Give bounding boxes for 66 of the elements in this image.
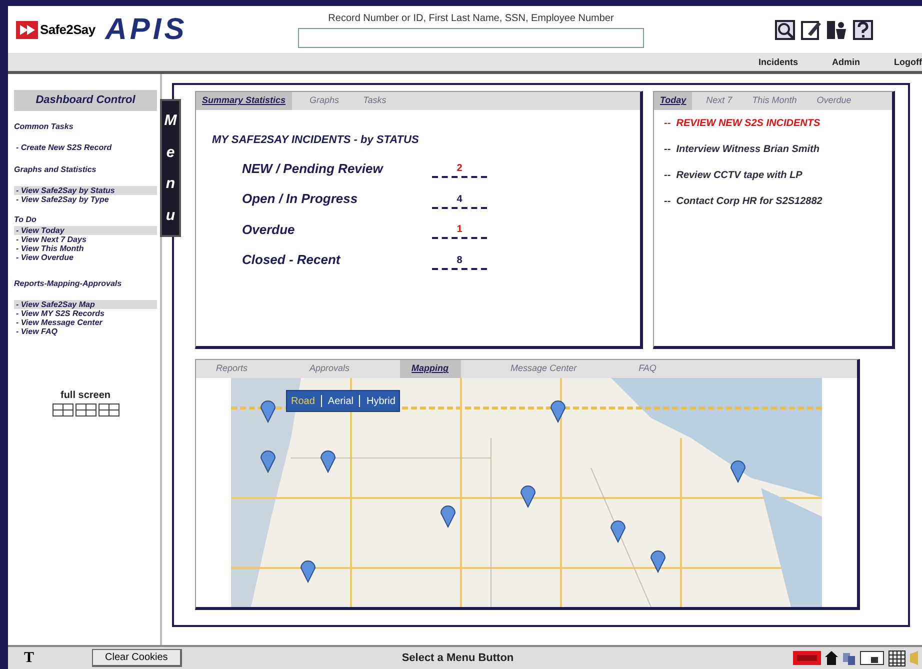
window-icon[interactable]	[860, 651, 884, 665]
sidebar-link[interactable]: - View Today	[14, 226, 157, 234]
task-link[interactable]: -- Interview Witness Brian Smith	[664, 142, 892, 157]
nav-link[interactable]: Admin	[832, 56, 860, 69]
nav-link[interactable]: Logoff	[894, 56, 922, 69]
tab[interactable]: Approvals	[298, 360, 362, 378]
calendar-icon[interactable]	[888, 649, 906, 667]
group-heading: Reports-Mapping-Approvals	[14, 278, 123, 290]
home-icon[interactable]	[825, 651, 838, 665]
sidebar-link[interactable]: - Create New S2S Record	[14, 142, 157, 152]
help-icon[interactable]	[852, 18, 874, 40]
tab[interactable]: This Month	[746, 92, 803, 110]
status-count: 2	[432, 161, 487, 178]
tab[interactable]: Next 7	[700, 92, 738, 110]
clear-cookies-button[interactable]: Clear Cookies	[92, 649, 182, 667]
task-link[interactable]: -- Contact Corp HR for S2S12882	[664, 194, 892, 209]
map-type-button[interactable]: Hybrid	[366, 394, 396, 408]
full-screen-label: full screen	[60, 388, 111, 402]
status-count: 8	[432, 252, 487, 270]
status-count: 1	[432, 222, 487, 239]
group-heading: Common Tasks	[14, 120, 74, 132]
layout-grid-icon[interactable]	[52, 402, 120, 416]
sidebar-link[interactable]: - View Safe2Say Map	[14, 300, 157, 308]
font-key[interactable]: T	[8, 646, 48, 669]
person-icon[interactable]	[826, 18, 848, 40]
pencil-document-icon[interactable]	[800, 18, 822, 40]
logo-icon	[16, 20, 38, 38]
summary-title: MY SAFE2SAY INCIDENTS - by STATUS	[212, 133, 420, 148]
sidebar-link[interactable]: - View FAQ	[14, 326, 157, 336]
task-link[interactable]: -- REVIEW NEW S2S INCIDENTS	[664, 116, 892, 131]
status-label: Overdue	[242, 220, 296, 238]
pages-icon[interactable]	[842, 651, 856, 665]
sidebar-link[interactable]: - View Overdue	[14, 252, 157, 262]
sidebar-link[interactable]: - View Safe2Say by Type	[14, 194, 157, 204]
magnifier-document-icon[interactable]	[774, 18, 796, 40]
tab[interactable]: Tasks	[357, 92, 392, 110]
status-label: Open / In Progress	[242, 190, 359, 208]
group-heading: Graphs and Statistics	[14, 164, 98, 176]
search-field[interactable]	[298, 28, 644, 48]
tab[interactable]: Graphs	[304, 92, 346, 110]
sidebar-link[interactable]: - View Message Center	[14, 318, 157, 326]
logo-text: Safe2Say	[40, 20, 96, 39]
tab[interactable]: Overdue	[810, 92, 858, 110]
tab[interactable]: Reports	[204, 360, 260, 378]
status-count: 4	[432, 192, 487, 208]
status-label: NEW / Pending Review	[242, 160, 384, 178]
sidebar-link[interactable]: - View Safe2Say by Status	[14, 186, 157, 194]
map-type-button[interactable]: Aerial	[328, 394, 354, 408]
tab[interactable]: Today	[654, 92, 692, 110]
sidebar-link[interactable]: - View MY S2S Records	[14, 308, 157, 318]
sidebar-title: Dashboard Control	[14, 90, 157, 110]
tab[interactable]: Mapping	[400, 360, 461, 378]
status-label: Closed - Recent	[242, 251, 342, 269]
tab[interactable]: Summary Statistics	[196, 92, 292, 110]
map-type-button[interactable]: Road	[291, 394, 315, 408]
app-name: APIS	[105, 14, 188, 44]
nav-link[interactable]: Incidents	[758, 56, 798, 69]
tab[interactable]: Message Center	[498, 360, 589, 378]
sidebar-link[interactable]: - View Next 7 Days	[14, 234, 157, 244]
status-message: Select a Menu Button	[402, 650, 514, 666]
task-link[interactable]: -- Review CCTV tape with LP	[664, 168, 892, 183]
sidebar-link[interactable]: - View This Month	[14, 244, 157, 252]
group-heading: To Do	[14, 214, 38, 226]
menu-tab[interactable]: Menu	[160, 99, 181, 237]
tab[interactable]: FAQ	[626, 360, 668, 378]
search-label: Record Number or ID, First Last Name, SSN, Employee Number	[328, 12, 614, 26]
